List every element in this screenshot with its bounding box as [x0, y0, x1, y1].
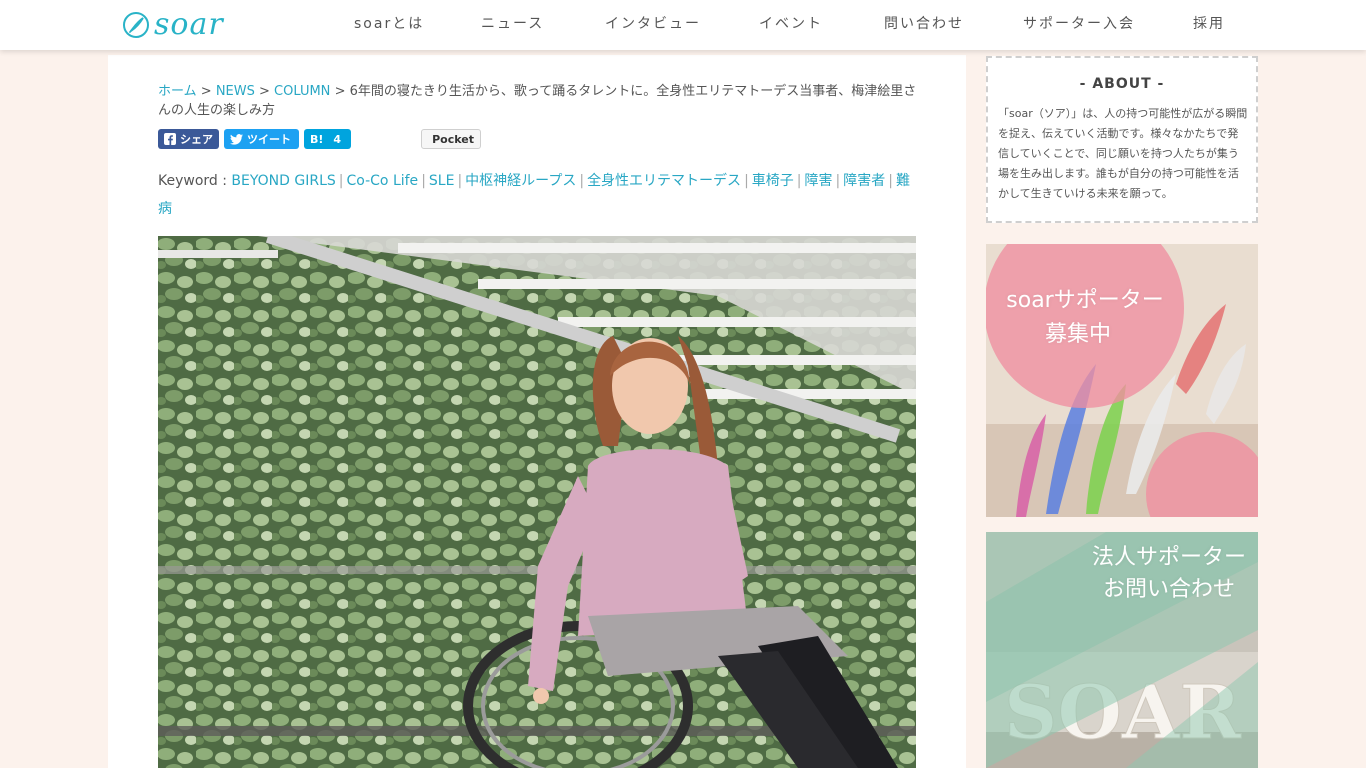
banner1-line2: 募集中	[1044, 322, 1111, 347]
keyword-link[interactable]: 車椅子	[752, 173, 794, 189]
hatena-bookmark-button[interactable]: B! 4	[304, 129, 351, 149]
nav-item-recruit[interactable]: 採用	[1193, 15, 1225, 33]
keyword-separator: |	[796, 173, 802, 189]
twitter-bird-icon	[230, 133, 243, 145]
twitter-tweet-button[interactable]: ツイート	[224, 129, 299, 149]
breadcrumb-separator: >	[200, 84, 212, 99]
article-main: ホーム > NEWS > COLUMN > 6年間の寝たきり生活から、歌って踊る…	[108, 55, 966, 768]
banner1-line1: soarサポーター	[1006, 288, 1164, 313]
keyword-link[interactable]: SLE	[429, 173, 455, 189]
nav-item-contact[interactable]: 問い合わせ	[884, 15, 964, 33]
about-text: 「soar（ソア）」は、人の持つ可能性が広がる瞬間を捉え、伝えていく活動です。様…	[998, 107, 1248, 200]
breadcrumb: ホーム > NEWS > COLUMN > 6年間の寝たきり生活から、歌って踊る…	[158, 82, 918, 120]
breadcrumb-separator: >	[334, 84, 346, 99]
facebook-icon	[164, 133, 176, 145]
keyword-separator: |	[338, 173, 344, 189]
breadcrumb-home[interactable]: ホーム	[158, 84, 197, 99]
hatena-count: 4	[333, 132, 342, 146]
keyword-separator: |	[457, 173, 463, 189]
site-logo[interactable]: soar	[122, 8, 247, 42]
site-header: soar soarとは ニュース インタビュー イベント 問い合わせ サポーター…	[0, 0, 1366, 50]
keyword-link[interactable]: BEYOND GIRLS	[231, 173, 335, 189]
breadcrumb-column[interactable]: COLUMN	[274, 84, 330, 99]
breadcrumb-current-title: 6年間の寝たきり生活から、歌って踊るタレントに。全身性エリテマトーデス当事者、梅…	[158, 84, 917, 118]
banner2-line2: お問い合わせ	[1102, 577, 1235, 602]
hatena-b-icon: B!	[310, 132, 324, 146]
about-box: - ABOUT - 「soar（ソア）」は、人の持つ可能性が広がる瞬間を捉え、伝…	[986, 56, 1258, 223]
facebook-share-button[interactable]: シェア	[158, 129, 219, 149]
twitter-tweet-label: ツイート	[247, 133, 291, 146]
nav-item-interview[interactable]: インタビュー	[605, 15, 701, 33]
keyword-separator: |	[421, 173, 426, 189]
keyword-link[interactable]: 障害者	[843, 173, 885, 189]
keyword-separator: |	[744, 173, 749, 189]
pocket-label: Pocket	[432, 132, 474, 146]
nav-item-news[interactable]: ニュース	[481, 15, 544, 33]
banner2-line1: 法人サポーター	[1091, 545, 1246, 570]
keyword-separator: |	[888, 173, 893, 189]
keyword-list: Keyword : BEYOND GIRLS | Co-Co Life | SLE | 中枢…	[158, 167, 918, 223]
breadcrumb-news[interactable]: NEWS	[216, 84, 255, 99]
keyword-link[interactable]: 障害	[805, 173, 833, 189]
keyword-link[interactable]: 全身性エリテマトーデス	[587, 173, 741, 189]
keyword-separator: |	[835, 173, 841, 189]
supporter-recruit-banner[interactable]: soarサポーター 募集中	[986, 244, 1258, 517]
nav-item-about[interactable]: soarとは	[354, 15, 424, 33]
keyword-link[interactable]: Co-Co Life	[347, 173, 419, 189]
pocket-button[interactable]: Pocket	[421, 129, 481, 149]
logo-text: soar	[154, 7, 224, 42]
breadcrumb-separator: >	[259, 84, 270, 99]
about-title: - ABOUT -	[1079, 76, 1165, 92]
nav-item-supporter[interactable]: サポーター入会	[1023, 15, 1135, 33]
corporate-supporter-banner[interactable]: SOAR 法人サポーター お問い合わせ	[986, 532, 1258, 768]
feather-logo-icon	[123, 12, 149, 38]
nav-item-event[interactable]: イベント	[759, 15, 823, 33]
article-hero-photo	[158, 236, 916, 768]
keyword-label: Keyword :	[158, 173, 232, 189]
keyword-link[interactable]: 中枢神経ループス	[465, 173, 576, 189]
keyword-separator: |	[579, 173, 585, 189]
facebook-share-label: シェア	[180, 133, 213, 146]
